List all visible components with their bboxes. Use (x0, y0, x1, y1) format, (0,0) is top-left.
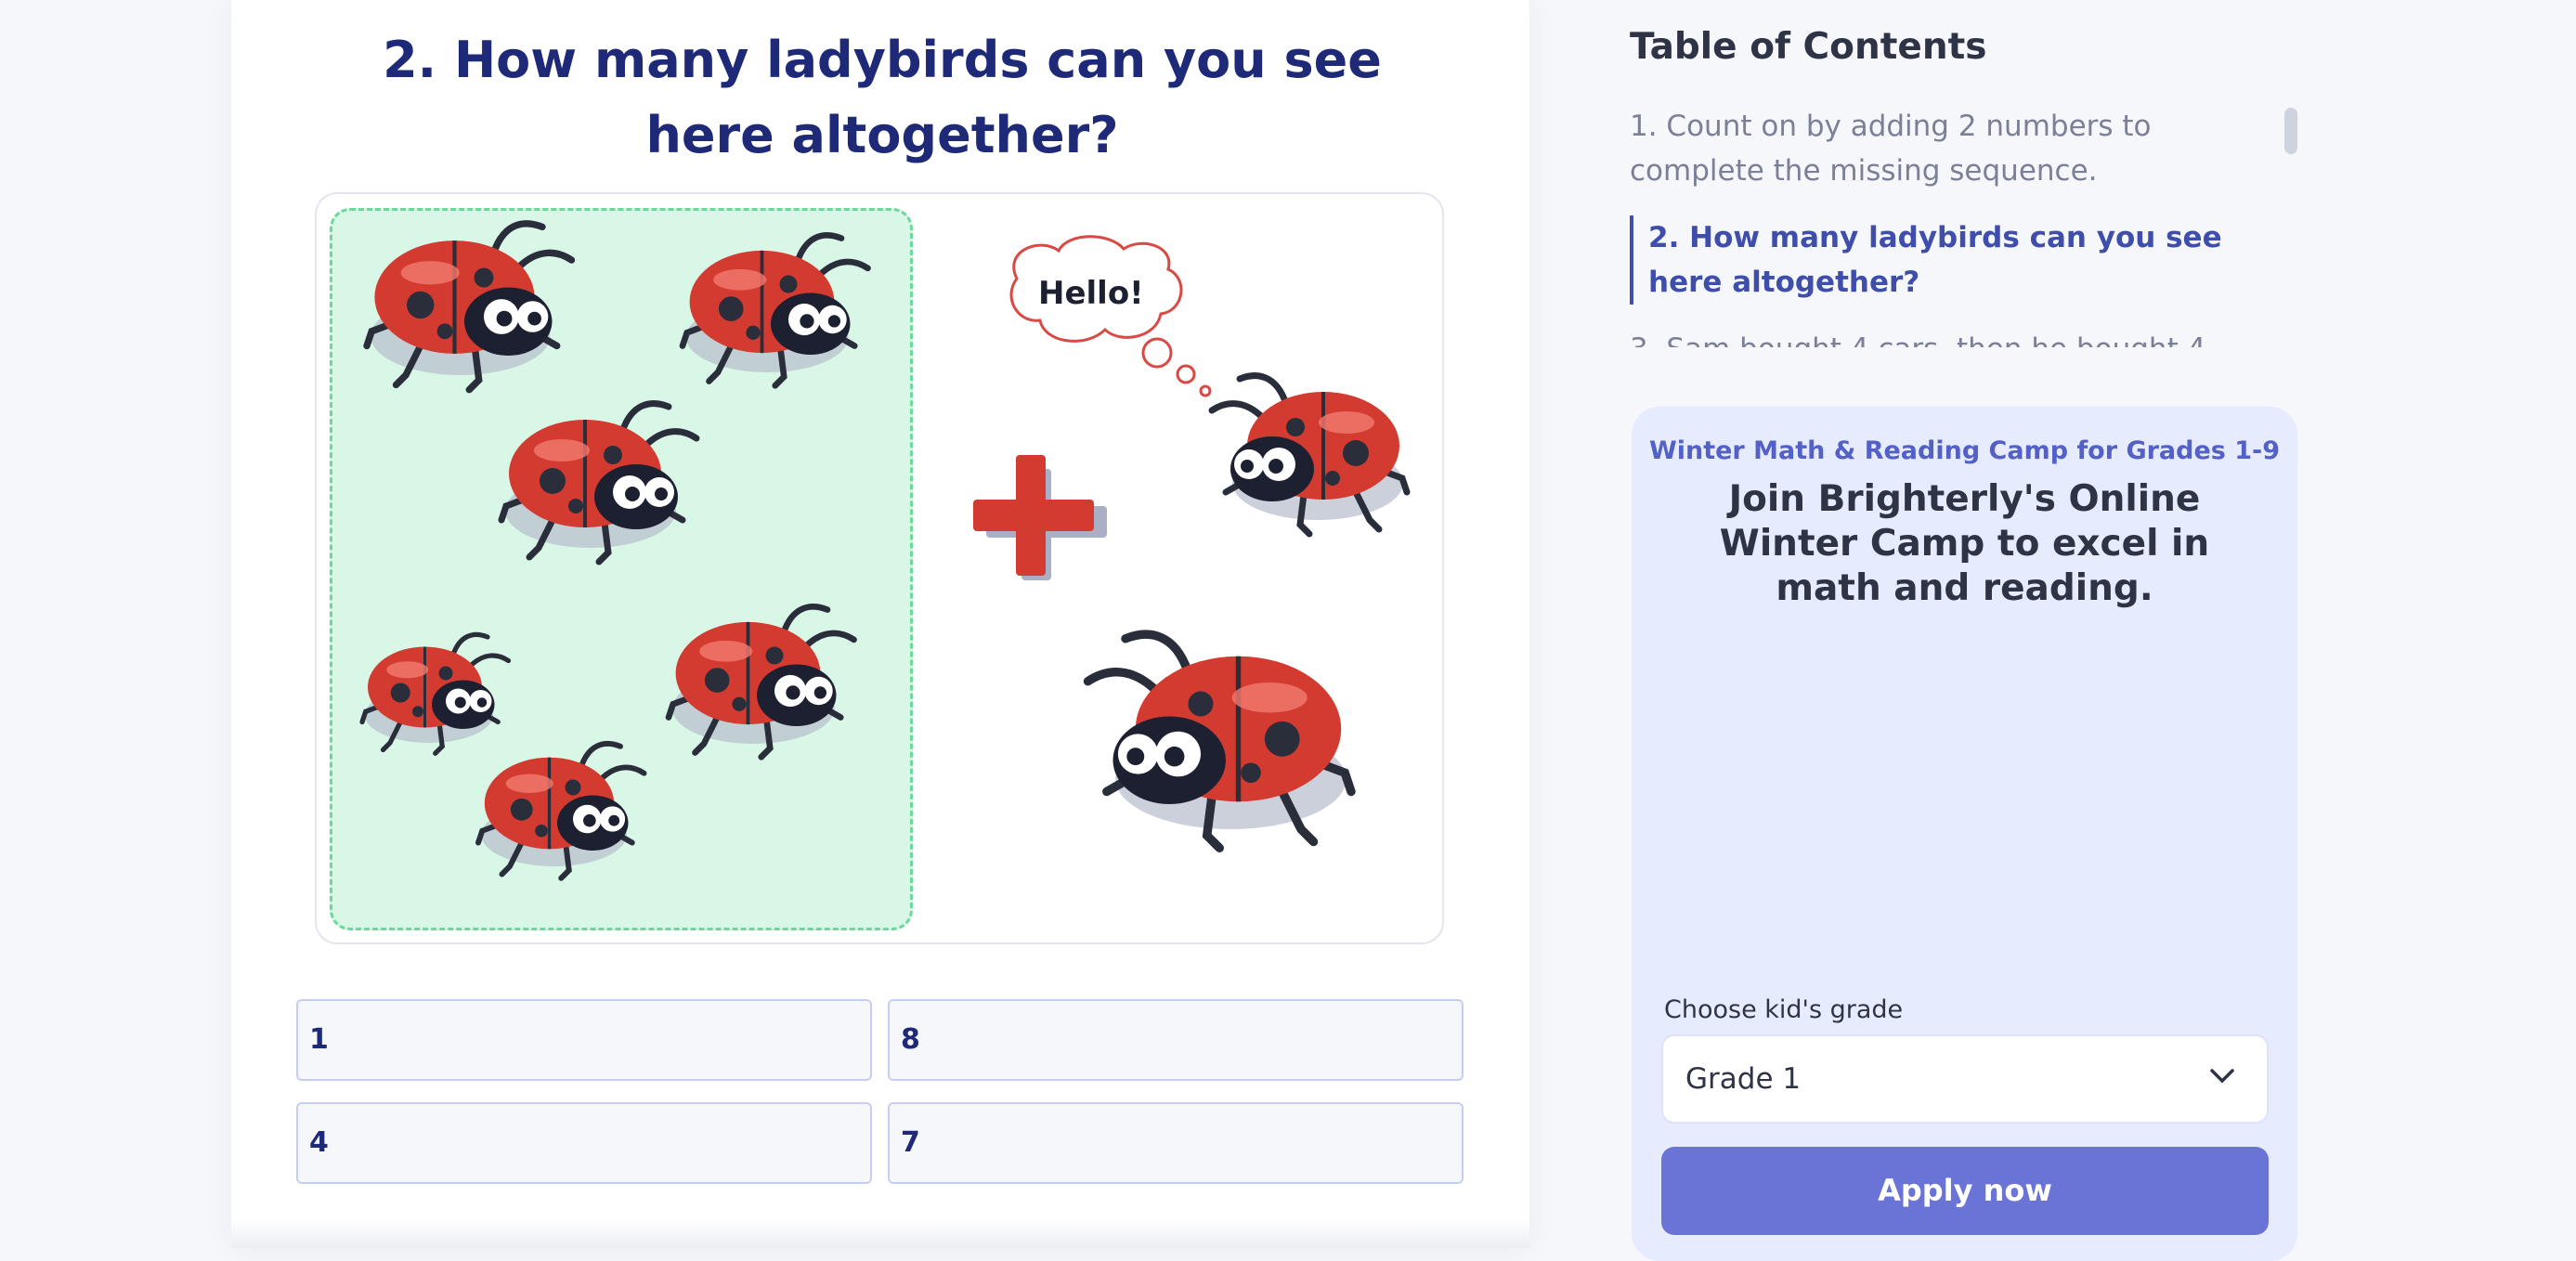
toc-item-3[interactable]: 3. Sam bought 4 cars, then he bought 4 m… (1630, 327, 2280, 347)
toc-item-1[interactable]: 1. Count on by adding 2 numbers to compl… (1630, 104, 2280, 193)
thought-bubble (1009, 235, 1212, 397)
toc-title: Table of Contents (1630, 26, 1987, 68)
chevron-down-icon (2210, 1069, 2234, 1084)
ladybird-2 (683, 235, 868, 385)
ladybird-8 (1088, 634, 1352, 848)
ladybird-4 (362, 634, 509, 753)
promo-subtitle: Winter Math & Reading Camp for Grades 1-… (1648, 436, 2281, 465)
answer-option-1[interactable]: 1 (296, 999, 872, 1081)
ladybird-7 (1212, 376, 1407, 534)
toc-list: 1. Count on by adding 2 numbers to compl… (1630, 104, 2280, 347)
bottom-fade (231, 1220, 1529, 1248)
toc-item-2-active[interactable]: 2. How many ladybirds can you see here a… (1630, 215, 2280, 305)
answer-option-8[interactable]: 8 (888, 999, 1464, 1081)
plus-sign (973, 455, 1107, 580)
grade-select[interactable]: Grade 1 (1661, 1034, 2269, 1124)
promo-headline: Join Brighterly's Online Winter Camp to … (1719, 478, 2210, 609)
toc-scrollbar[interactable] (2284, 108, 2297, 154)
apply-now-button[interactable]: Apply now (1661, 1147, 2269, 1235)
answer-option-7[interactable]: 7 (888, 1102, 1464, 1184)
ladybird-3 (501, 404, 696, 562)
grade-label: Choose kid's grade (1664, 995, 1904, 1024)
ladybird-5 (669, 606, 854, 757)
speech-bubble-text: Hello! (1038, 275, 1144, 312)
grade-select-value: Grade 1 (1685, 1062, 1802, 1096)
ladybird-6 (478, 744, 644, 878)
ladybird-1 (367, 224, 572, 390)
answer-option-4[interactable]: 4 (296, 1102, 872, 1184)
